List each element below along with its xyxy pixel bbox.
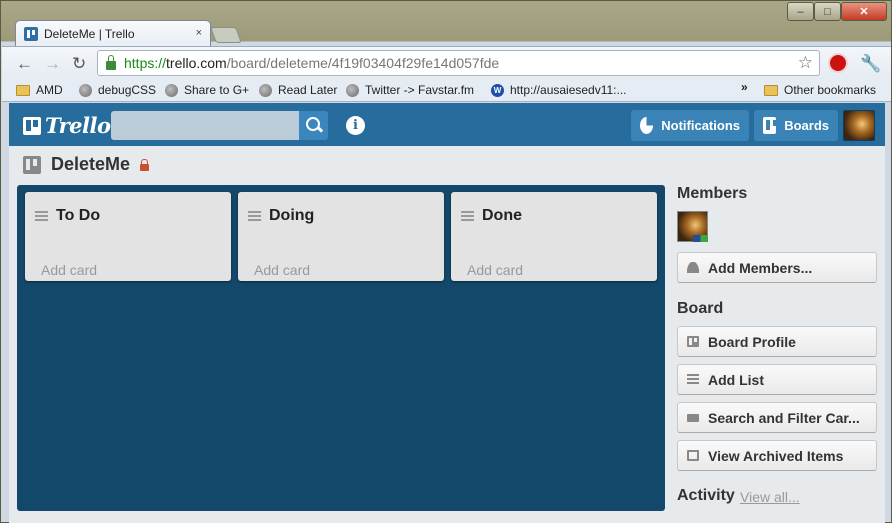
globe-icon [79,83,92,97]
add-members-label: Add Members... [708,259,813,276]
private-lock-icon[interactable] [140,158,150,171]
add-members-button[interactable]: Add Members... [677,252,877,283]
list-title[interactable]: To Do [56,207,100,225]
activity-heading: Activity [677,487,735,504]
boards-label: Boards [784,118,829,133]
member-avatar[interactable] [677,211,708,242]
bookmark-amd[interactable]: AMD [16,83,63,97]
browser-tab[interactable]: DeleteMe | Trello × [15,20,211,47]
notifications-label: Notifications [661,118,740,133]
bookmark-label: Other bookmarks [784,83,877,97]
adblock-stop-icon[interactable] [828,53,848,73]
window-minimize-button[interactable]: – [787,2,814,21]
view-archived-button[interactable]: View Archived Items [677,440,877,471]
ssl-lock-icon [106,54,116,70]
view-archived-label: View Archived Items [708,447,844,464]
list-done: Done Add card [451,192,657,281]
bookmarks-bar: AMD debugCSS Share to G+ Read Later Twit… [2,79,891,102]
tab-close-icon[interactable]: × [196,27,202,39]
bookmark-label: AMD [36,83,63,97]
notifications-button[interactable]: Notifications [631,110,749,141]
info-icon[interactable]: i [346,116,365,135]
archive-icon [687,450,699,461]
bookmark-share-to-gplus[interactable]: Share to G+ [165,83,249,97]
list-title[interactable]: Doing [269,207,314,225]
add-list-button[interactable]: Add List [677,364,877,395]
view-all-link[interactable]: View all... [740,489,800,505]
globe-icon [346,83,359,97]
globe-icon [165,83,178,97]
board-heading: Board [677,300,724,317]
board-icon [23,155,41,174]
board-title-row: DeleteMe [23,154,150,175]
list-handle-icon[interactable] [248,211,261,221]
new-tab-button[interactable] [210,27,242,43]
wrench-menu-icon[interactable]: 🔧 [860,54,881,74]
search-input[interactable] [111,111,299,140]
board-profile-button[interactable]: Board Profile [677,326,877,357]
trello-logo-icon [23,116,41,135]
back-arrow-icon[interactable]: ← [16,54,33,74]
bookmark-label: Twitter -> Favstar.fm [365,83,475,97]
forward-arrow-icon[interactable]: → [44,54,61,74]
url-scheme: https:// [124,55,167,71]
board-profile-label: Board Profile [708,333,796,350]
boards-button[interactable]: Boards [754,110,838,141]
search-filter-label: Search and Filter Car... [708,409,860,426]
members-heading: Members [677,185,748,202]
bookmark-star-icon[interactable]: ☆ [798,53,813,73]
add-list-label: Add List [708,371,764,388]
bookmark-label: Read Later [278,83,338,97]
url-host: trello.com [166,55,227,71]
globe-icon [259,83,272,97]
bookmark-label: Share to G+ [184,83,250,97]
add-card-link[interactable]: Add card [254,262,310,278]
board-canvas: To Do Add card Doing Add card Done Add c… [17,185,665,511]
boards-icon [763,117,778,134]
address-bar[interactable]: https://trello.com/board/deleteme/4f19f0… [97,50,820,76]
trello-logo-text: Trello [45,113,111,138]
bookmark-ausaiesedv11[interactable]: Whttp://ausaiesedv11:... [491,83,627,97]
folder-icon [16,84,30,96]
board-title[interactable]: DeleteMe [51,154,130,175]
window-close-button[interactable]: ✕ [841,2,887,21]
add-card-link[interactable]: Add card [41,262,97,278]
browser-toolbar: ← → ↻ https://trello.com/board/deleteme/… [2,46,891,79]
list-icon [687,374,699,385]
browser-window: – □ ✕ DeleteMe | Trello × ← → ↻ https://… [0,0,892,523]
add-card-link[interactable]: Add card [467,262,523,278]
list-to-do: To Do Add card [25,192,231,281]
window-maximize-button[interactable]: □ [814,2,841,21]
bookmark-twitter-favstar[interactable]: Twitter -> Favstar.fm [346,83,474,97]
w-icon: W [491,83,504,97]
reload-icon[interactable]: ↻ [72,54,86,74]
bookmark-label: http://ausaiesedv11:... [510,83,627,97]
bookmark-other[interactable]: Other bookmarks [764,83,876,97]
bookmark-read-later[interactable]: Read Later [259,83,337,97]
person-icon [687,262,699,273]
trello-header: Trello i Notifications Boards [9,103,885,146]
bookmarks-overflow-icon[interactable]: » [741,80,748,94]
user-avatar[interactable] [843,110,875,141]
folder-icon [764,84,778,96]
bookmark-debugcss[interactable]: debugCSS [79,83,156,97]
list-title[interactable]: Done [482,207,522,225]
trello-favicon-icon [24,27,38,41]
tab-title: DeleteMe | Trello [44,27,135,41]
trello-logo[interactable]: Trello [23,113,111,138]
filter-icon [687,413,699,422]
notifications-icon [640,117,654,134]
search-button[interactable] [299,111,328,140]
list-doing: Doing Add card [238,192,444,281]
list-handle-icon[interactable] [35,211,48,221]
list-handle-icon[interactable] [461,211,474,221]
board-profile-icon [687,336,699,347]
url-path: /board/deleteme/4f19f03404f29fe14d057fde [226,55,500,71]
search-filter-button[interactable]: Search and Filter Car... [677,402,877,433]
bookmark-label: debugCSS [98,83,157,97]
trello-page: Trello i Notifications Boards DeleteMe T… [9,103,885,523]
